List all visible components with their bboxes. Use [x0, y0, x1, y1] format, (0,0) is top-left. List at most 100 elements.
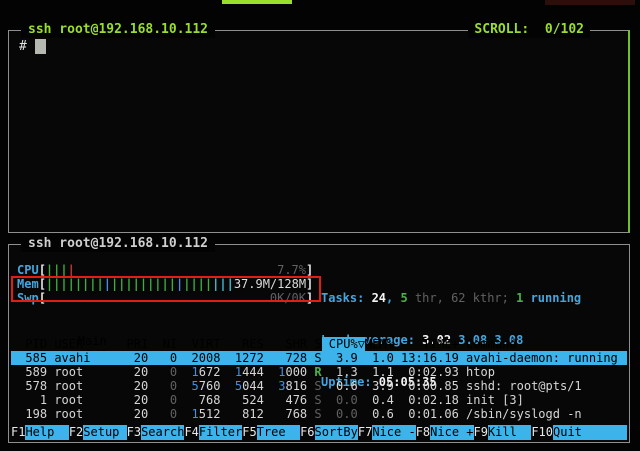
cell-command: avahi-daemon: running: [459, 351, 627, 365]
cell-time: 0:01.06: [394, 407, 459, 421]
screen-tabs: Main I/O: [15, 320, 112, 334]
cell-user: root: [47, 379, 126, 393]
fkey-key: F1: [11, 425, 25, 440]
function-key-bar: F1Help F2Setup F3SearchF4FilterF5Tree F6…: [11, 425, 627, 440]
cell-s: S: [307, 379, 321, 393]
cell-s: S: [307, 351, 321, 365]
cell-command: sshd: root@pts/1: [459, 379, 627, 393]
cell-mem: 3.9: [358, 379, 394, 393]
cell-ni: 0: [148, 393, 177, 407]
fkey-f2[interactable]: F2Setup: [69, 425, 127, 440]
fkey-f8[interactable]: F8Nice +: [416, 425, 474, 440]
process-row[interactable]: 578root200576050443816S0.63.90:00.85sshd…: [11, 379, 627, 393]
cell-user: avahi: [47, 351, 126, 365]
cell-pri: 20: [127, 365, 149, 379]
cell-time: 0:00.85: [394, 379, 459, 393]
process-table: 585avahi20020081272728S3.91.013:16.19ava…: [11, 351, 627, 421]
cell-user: root: [47, 407, 126, 421]
fkey-label: SortBy: [315, 425, 358, 440]
cell-pid: 1: [11, 393, 47, 407]
cell-pid: 585: [11, 351, 47, 365]
cell-res: 812: [220, 407, 263, 421]
cell-mem: 0.4: [358, 393, 394, 407]
fkey-label: Nice +: [430, 425, 473, 440]
cell-shr: 768: [264, 407, 307, 421]
fkey-f7[interactable]: F7Nice -: [358, 425, 416, 440]
fkey-f3[interactable]: F3Search: [127, 425, 185, 440]
fkey-f6[interactable]: F6SortBy: [300, 425, 358, 440]
fkey-key: F10: [531, 425, 553, 440]
process-row[interactable]: 1root200768524476S0.00.40:02.18init [3]: [11, 393, 627, 407]
cpu-meter-ticks: ||||: [46, 263, 75, 277]
cell-virt: 5760: [177, 379, 220, 393]
cell-time: 13:16.19: [394, 351, 459, 365]
process-table-header: PIDUSERPRINIVIRTRESSHRSCPU%▽MEM%TIME+Com…: [11, 337, 627, 351]
cell-cpu: 0.0: [322, 407, 358, 421]
cell-pri: 20: [127, 393, 149, 407]
cell-res: 5044: [220, 379, 263, 393]
pane-title: ssh root@192.168.10.112: [21, 22, 215, 38]
shell-prompt[interactable]: #: [19, 39, 46, 55]
fkey-f9[interactable]: F9Kill: [474, 425, 532, 440]
cell-shr: 1000: [264, 365, 307, 379]
fkey-key: F8: [416, 425, 430, 440]
cell-mem: 1.0: [358, 351, 394, 365]
header-command[interactable]: Command: [459, 337, 627, 351]
cell-cpu: 0.0: [322, 393, 358, 407]
cell-user: root: [47, 393, 126, 407]
header-ni[interactable]: NI: [148, 337, 177, 351]
cpu-meter-bar: |||| 7.7%: [46, 263, 306, 277]
scroll-indicator: SCROLL: 0/102: [468, 22, 590, 38]
cell-pri: 20: [127, 407, 149, 421]
header-pid[interactable]: PID: [11, 337, 47, 351]
fkey-key: F9: [474, 425, 488, 440]
cell-command: /sbin/syslogd -n: [459, 407, 627, 421]
cell-time: 0:02.18: [394, 393, 459, 407]
header-shr[interactable]: SHR: [264, 337, 307, 351]
cpu-meter-label: CPU: [17, 263, 39, 277]
pane-htop[interactable]: ssh root@192.168.10.112 CPU[||||7.7%]Mem…: [8, 244, 630, 443]
fkey-f10[interactable]: F10Quit: [531, 425, 627, 440]
header-time[interactable]: TIME+: [394, 337, 459, 351]
fkey-label: Help: [25, 425, 68, 440]
pane-top-shell[interactable]: ssh root@192.168.10.112 SCROLL: 0/102 #: [8, 30, 630, 233]
fkey-key: F6: [300, 425, 314, 440]
screen-artifact-green-bar: [222, 0, 292, 4]
process-row[interactable]: 585avahi20020081272728S3.91.013:16.19ava…: [11, 351, 627, 365]
cell-time: 0:02.93: [394, 365, 459, 379]
cell-ni: 0: [148, 351, 177, 365]
cell-command: htop: [459, 365, 627, 379]
header-virt[interactable]: VIRT: [177, 337, 220, 351]
cell-cpu: 0.6: [322, 379, 358, 393]
header-res[interactable]: RES: [220, 337, 263, 351]
header-pri[interactable]: PRI: [127, 337, 149, 351]
fkey-f5[interactable]: F5Tree: [242, 425, 300, 440]
cell-pid: 589: [11, 365, 47, 379]
fkey-key: F3: [127, 425, 141, 440]
header-user[interactable]: USER: [47, 337, 126, 351]
sort-indicator: ▽: [358, 337, 365, 351]
cell-s: R: [307, 365, 321, 379]
header-s[interactable]: S: [307, 337, 321, 351]
header-cpu[interactable]: CPU%: [322, 337, 358, 351]
cell-user: root: [47, 365, 126, 379]
cpu-meter: CPU[||||7.7%]: [17, 263, 313, 277]
process-row[interactable]: 198root2001512812768S0.00.60:01.06/sbin/…: [11, 407, 627, 421]
fkey-f1[interactable]: F1Help: [11, 425, 69, 440]
cell-shr: 728: [264, 351, 307, 365]
tasks-line: Tasks: 24, 5 thr, 62 kthr; 1 running: [321, 291, 581, 305]
cell-ni: 0: [148, 407, 177, 421]
cell-mem: 0.6: [358, 407, 394, 421]
header-mem[interactable]: MEM%: [365, 337, 394, 351]
fkey-label: Filter: [199, 425, 242, 440]
fkey-key: F5: [242, 425, 256, 440]
fkey-f4[interactable]: F4Filter: [184, 425, 242, 440]
cell-ni: 0: [148, 365, 177, 379]
cell-s: S: [307, 407, 321, 421]
cell-ni: 0: [148, 379, 177, 393]
cpu-meter-value: 7.7%: [277, 263, 306, 277]
mem-highlight-annotation: [11, 276, 321, 302]
cell-virt: 1672: [177, 365, 220, 379]
process-row[interactable]: 589root200167214441000R1.31.10:02.93htop: [11, 365, 627, 379]
fkey-label: Setup: [83, 425, 126, 440]
